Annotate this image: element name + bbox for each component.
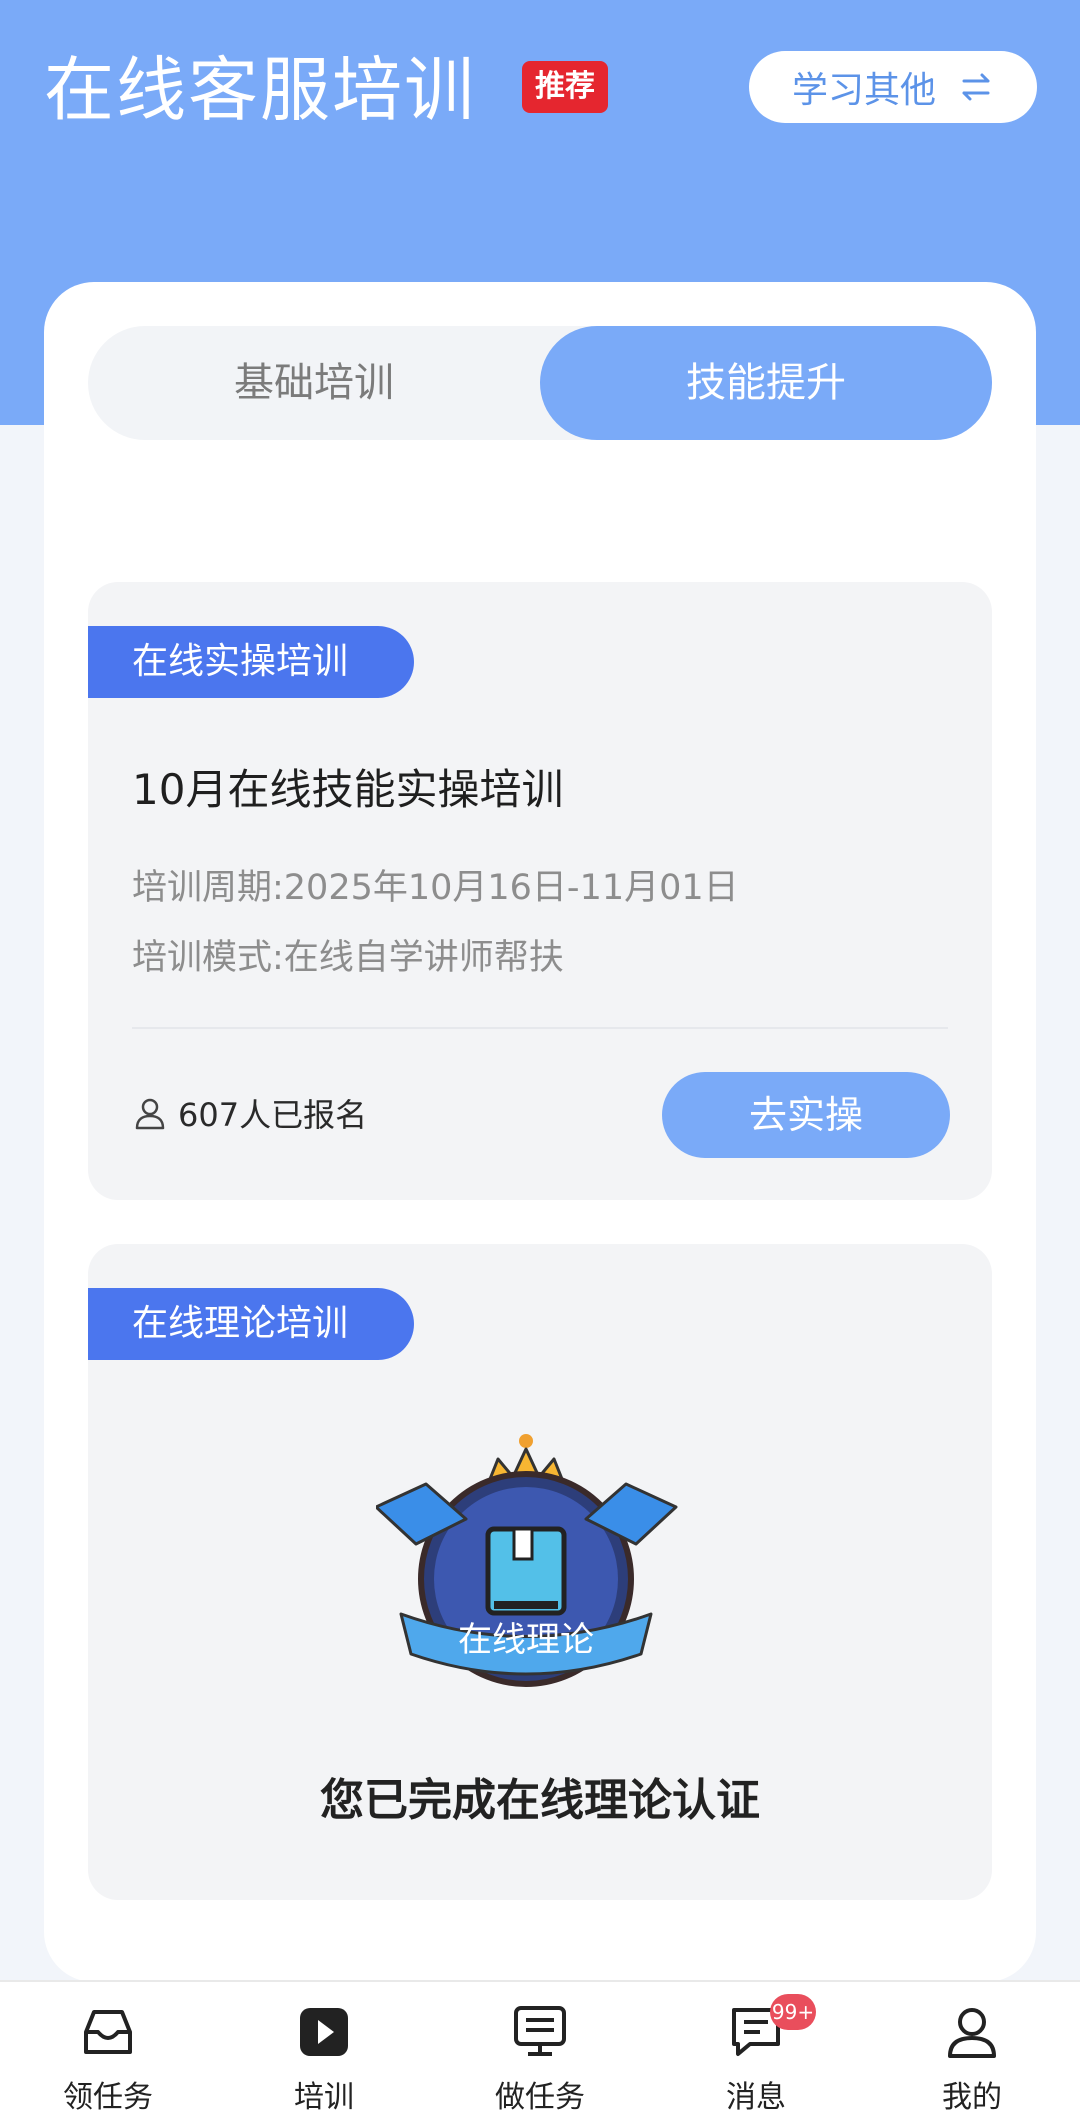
practical-training-card: 在线实操培训 10月在线技能实操培训 培训周期:2025年10月16日-11月0… <box>88 582 992 1200</box>
nav-item-messages[interactable]: 99+ 消息 <box>648 1982 864 2120</box>
theory-certificate-badge-icon: 在线理论 <box>376 1434 678 1687</box>
badge-label: 在线理论 <box>458 1620 594 1660</box>
bottom-navigation: 领任务 培训 做任务 99+ 消息 我的 <box>0 1980 1080 2120</box>
person-icon <box>135 1098 165 1130</box>
nav-item-do-task[interactable]: 做任务 <box>432 1982 648 2120</box>
nav-label: 做任务 <box>495 2080 585 2115</box>
nav-item-training[interactable]: 培训 <box>216 1982 432 2120</box>
training-period: 培训周期:2025年10月16日-11月01日 <box>132 868 739 908</box>
tab-skill-improvement[interactable]: 技能提升 <box>540 326 992 440</box>
recommend-badge: 推荐 <box>522 61 608 113</box>
inbox-icon <box>84 2010 132 2054</box>
play-icon <box>300 2008 348 2056</box>
nav-label: 培训 <box>294 2080 354 2115</box>
certification-complete-text: 您已完成在线理论认证 <box>320 1775 760 1826</box>
monitor-icon <box>514 2006 566 2056</box>
nav-label: 消息 <box>726 2080 786 2115</box>
nav-label: 我的 <box>942 2080 1002 2115</box>
tab-basic-training[interactable]: 基础培训 <box>88 326 540 440</box>
training-tabs: 基础培训 技能提升 <box>88 326 992 440</box>
training-mode: 培训模式:在线自学讲师帮扶 <box>132 938 564 978</box>
theory-training-card: 在线理论培训 在线理论 您已完成在线理论认证 <box>88 1244 992 1900</box>
enrolled-count-text: 607人已报名 <box>178 1096 368 1134</box>
page-title: 在线客服培训 <box>44 49 476 131</box>
divider <box>132 1027 948 1029</box>
swap-arrows-icon <box>962 73 990 101</box>
nav-item-mine[interactable]: 我的 <box>864 1982 1080 2120</box>
go-practice-button[interactable]: 去实操 <box>662 1072 950 1158</box>
switch-course-button[interactable]: 学习其他 <box>749 51 1037 123</box>
message-count-badge: 99+ <box>770 1994 816 2030</box>
theory-training-tag: 在线理论培训 <box>88 1288 414 1360</box>
user-icon <box>948 2008 996 2058</box>
nav-label: 领任务 <box>63 2080 153 2115</box>
nav-item-get-task[interactable]: 领任务 <box>0 1982 216 2120</box>
switch-course-label: 学习其他 <box>791 70 936 111</box>
course-title: 10月在线技能实操培训 <box>132 765 564 814</box>
enrolled-count: 607人已报名 <box>132 1090 367 1136</box>
practical-training-tag: 在线实操培训 <box>88 626 414 698</box>
